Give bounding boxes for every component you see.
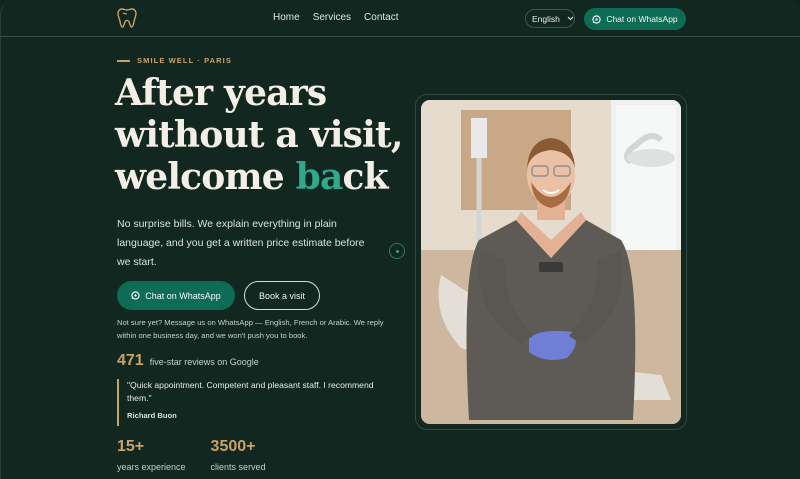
contact-note: Not sure yet? Message us on WhatsApp — E…: [117, 318, 384, 340]
headline-line-3-pre: welcome: [115, 156, 296, 198]
nav-link-services[interactable]: Services: [313, 12, 351, 23]
hero-photo-frame: [415, 94, 687, 430]
headline-accent: ba: [295, 156, 344, 198]
stat-clients: 3500+ clients served: [211, 438, 266, 472]
tooth-logo-icon[interactable]: [115, 6, 139, 30]
carousel-dot[interactable]: [389, 243, 405, 259]
whatsapp-cta-button[interactable]: Chat on WhatsApp: [117, 281, 235, 310]
headline-line-3-post: ck: [342, 156, 389, 198]
reviews-summary: 471 five-star reviews on Google: [117, 352, 259, 370]
top-nav: Home Services Contact English Chat on Wh…: [1, 0, 800, 37]
nav-link-contact[interactable]: Contact: [364, 12, 398, 23]
language-label: English: [532, 13, 560, 24]
dentist-photo: [421, 100, 681, 424]
eyebrow-text: SMILE WELL · PARIS: [137, 56, 232, 65]
page: Home Services Contact English Chat on Wh…: [0, 0, 800, 479]
stat-label: clients served: [210, 462, 266, 472]
hero-headline: After years without a visit, welcome bac…: [115, 72, 405, 198]
reviews-count: 471: [117, 352, 144, 369]
cta-row: Chat on WhatsApp Book a visit: [117, 281, 320, 310]
stat-value: 3500+: [210, 438, 256, 455]
whatsapp-cta-label: Chat on WhatsApp: [145, 290, 221, 301]
quote-text: "Quick appointment. Competent and pleasa…: [127, 380, 374, 403]
stats: 15+ years experience 3500+ clients serve…: [117, 438, 266, 472]
stat-value: 15+: [117, 438, 145, 455]
book-visit-button[interactable]: Book a visit: [244, 281, 320, 310]
language-select[interactable]: English: [525, 9, 575, 28]
stat-experience: 15+ years experience: [117, 438, 186, 472]
eyebrow-line: [117, 59, 130, 62]
header-whatsapp-label: Chat on WhatsApp: [606, 14, 678, 24]
header-whatsapp-button[interactable]: Chat on WhatsApp: [584, 8, 686, 30]
quote-author: Richard Buon: [127, 411, 177, 420]
whatsapp-icon: [592, 14, 601, 24]
chevron-down-icon: [567, 16, 574, 21]
whatsapp-icon: [131, 291, 140, 300]
reviews-label: five-star reviews on Google: [149, 357, 259, 367]
hero-lede: No surprise bills. We explain everything…: [117, 218, 365, 268]
eyebrow: SMILE WELL · PARIS: [117, 56, 232, 65]
nav-link-home[interactable]: Home: [273, 12, 300, 23]
headline-line-1: After years: [115, 72, 327, 114]
nav-links: Home Services Contact: [273, 12, 412, 23]
stat-label: years experience: [117, 462, 186, 472]
review-quote: "Quick appointment. Competent and pleasa…: [117, 379, 397, 426]
dentist-illustration: [421, 100, 681, 424]
headline-line-2: without a visit,: [115, 114, 403, 156]
